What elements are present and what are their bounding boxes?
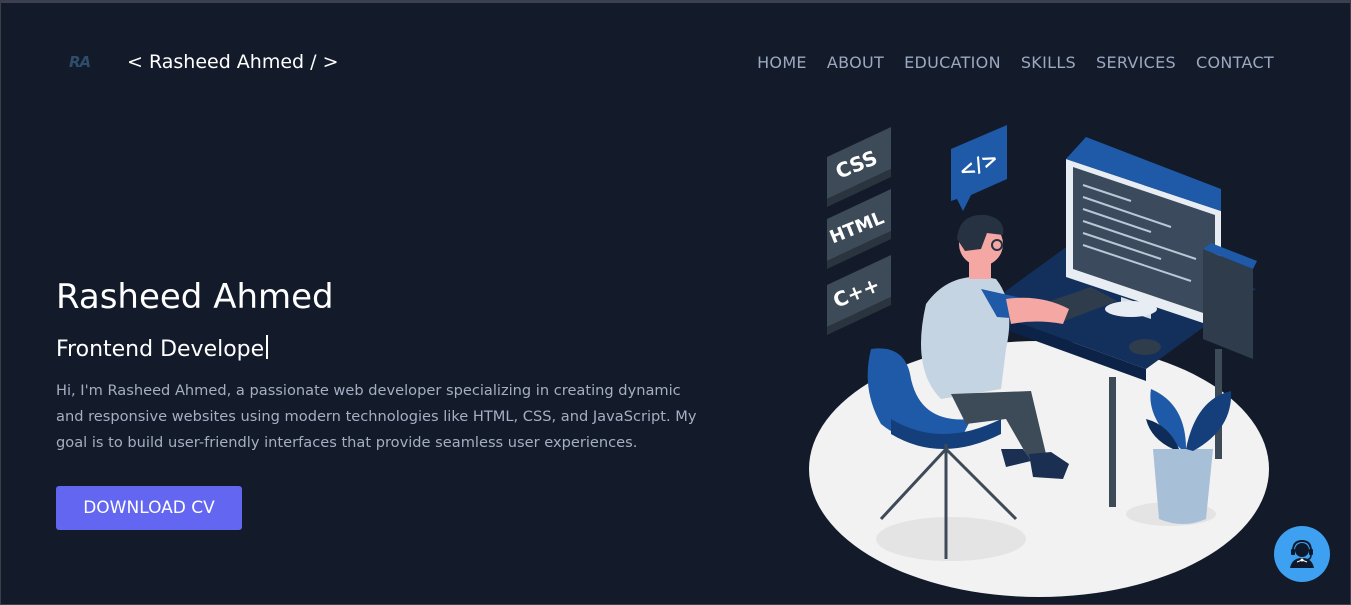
hero-role: Frontend Develope xyxy=(56,335,269,362)
nav-contact[interactable]: CONTACT xyxy=(1196,53,1274,72)
logo[interactable]: RA xyxy=(69,53,91,71)
nav-home[interactable]: HOME xyxy=(757,53,807,72)
typing-cursor xyxy=(266,335,269,359)
hero-name: Rasheed Ahmed xyxy=(56,277,334,317)
hero-description: Hi, I'm Rasheed Ahmed, a passionate web … xyxy=(56,382,697,451)
download-cv-button[interactable]: DOWNLOAD CV xyxy=(56,486,242,530)
nav-skills[interactable]: SKILLS xyxy=(1021,53,1076,72)
chat-support-button[interactable] xyxy=(1274,526,1330,582)
nav-education[interactable]: EDUCATION xyxy=(904,53,1001,72)
developer-illustration: CSS HTML C++ </> xyxy=(809,125,1269,597)
nav-services[interactable]: SERVICES xyxy=(1096,53,1176,72)
brand-title[interactable]: < Rasheed Ahmed / > xyxy=(127,51,339,73)
cpp-badge: C++ xyxy=(827,255,891,335)
code-bubble: </> xyxy=(951,125,1007,211)
main-nav: HOME ABOUT EDUCATION SKILLS SERVICES CON… xyxy=(757,53,1274,72)
nav-about[interactable]: ABOUT xyxy=(827,53,884,72)
support-agent-icon xyxy=(1290,539,1314,568)
plant-pot xyxy=(1153,449,1213,524)
hero-role-text: Frontend Develope xyxy=(56,337,265,362)
